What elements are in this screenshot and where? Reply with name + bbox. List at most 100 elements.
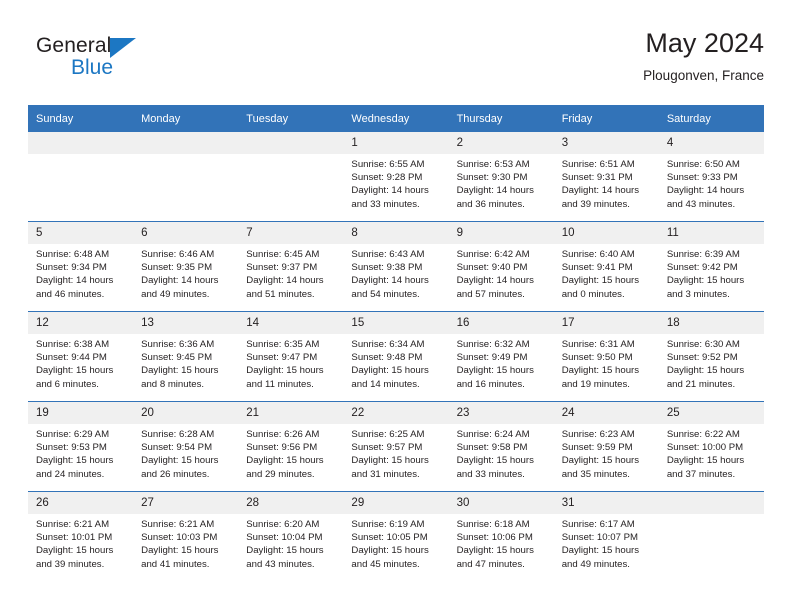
calendar-day-cell[interactable]: 31 Sunrise: 6:17 AM Sunset: 10:07 PM Daylig…: [553, 491, 659, 581]
day-number: 6: [133, 222, 239, 244]
day-cell-content: 1 Sunrise: 6:55 AM Sunset: 9:28 PM Daylight…: [343, 132, 449, 221]
calendar-day-cell[interactable]: 21 Sunrise: 6:26 AM Sunset: 9:56 PM Dayligh…: [238, 401, 344, 492]
calendar-day-cell[interactable]: 17 Sunrise: 6:31 AM Sunset: 9:50 PM Dayligh…: [553, 311, 659, 402]
day-cell-content: 26 Sunrise: 6:21 AM Sunset: 10:01 PM Daylig…: [28, 492, 134, 581]
day-cell-content: 25 Sunrise: 6:22 AM Sunset: 10:00 PM Daylig…: [658, 402, 764, 491]
daylight-text: Daylight: 15 hours and 29 minutes.: [246, 455, 324, 480]
calendar-day-cell[interactable]: 7 Sunrise: 6:45 AM Sunset: 9:37 PM Daylight…: [238, 221, 344, 312]
calendar-day-cell[interactable]: 3 Sunrise: 6:51 AM Sunset: 9:31 PM Daylight…: [553, 132, 659, 222]
day-cell-content: [238, 132, 344, 221]
title-block: May 2024 Plougonven, France: [643, 26, 764, 86]
day-sun-info: Sunrise: 6:36 AM Sunset: 9:45 PM Daylight:…: [133, 334, 238, 391]
sunset-text: Sunset: 9:53 PM: [36, 442, 107, 454]
sunrise-text: Sunrise: 6:50 AM: [666, 159, 740, 170]
weekday-header-thursday: Thursday: [448, 105, 554, 132]
calendar-day-cell[interactable]: 29 Sunrise: 6:19 AM Sunset: 10:05 PM Daylig…: [343, 491, 449, 581]
day-sun-info: Sunrise: 6:19 AM Sunset: 10:05 PM Daylight…: [343, 514, 448, 571]
calendar-day-cell[interactable]: 8 Sunrise: 6:43 AM Sunset: 9:38 PM Daylight…: [343, 221, 449, 312]
day-number: 14: [238, 312, 344, 334]
day-sun-info: Sunrise: 6:39 AM Sunset: 9:42 PM Daylight:…: [659, 244, 764, 301]
calendar-day-cell[interactable]: 10 Sunrise: 6:40 AM Sunset: 9:41 PM Dayligh…: [553, 221, 659, 312]
day-cell-content: [28, 132, 134, 221]
calendar-week-row: 12 Sunrise: 6:38 AM Sunset: 9:44 PM Dayligh…: [28, 311, 764, 402]
day-cell-content: 9 Sunrise: 6:42 AM Sunset: 9:40 PM Daylight…: [448, 222, 554, 311]
day-cell-content: 20 Sunrise: 6:28 AM Sunset: 9:54 PM Dayligh…: [133, 402, 239, 491]
day-sun-info: Sunrise: 6:42 AM Sunset: 9:40 PM Daylight:…: [449, 244, 554, 301]
calendar-day-cell[interactable]: 28 Sunrise: 6:20 AM Sunset: 10:04 PM Daylig…: [238, 491, 344, 581]
calendar-day-cell[interactable]: 11 Sunrise: 6:39 AM Sunset: 9:42 PM Dayligh…: [658, 221, 764, 312]
calendar-day-cell[interactable]: 14 Sunrise: 6:35 AM Sunset: 9:47 PM Dayligh…: [238, 311, 344, 402]
daylight-text: Daylight: 15 hours and 6 minutes.: [36, 365, 114, 390]
weekday-header-friday: Friday: [553, 105, 659, 132]
calendar-day-cell[interactable]: 18 Sunrise: 6:30 AM Sunset: 9:52 PM Dayligh…: [658, 311, 764, 402]
daylight-text: Daylight: 15 hours and 24 minutes.: [36, 455, 114, 480]
calendar-day-cell[interactable]: 24 Sunrise: 6:23 AM Sunset: 9:59 PM Dayligh…: [553, 401, 659, 492]
sunrise-text: Sunrise: 6:30 AM: [666, 339, 740, 350]
calendar-day-cell[interactable]: 26 Sunrise: 6:21 AM Sunset: 10:01 PM Daylig…: [28, 491, 134, 581]
sunset-text: Sunset: 9:59 PM: [561, 442, 633, 454]
calendar-day-cell[interactable]: 6 Sunrise: 6:46 AM Sunset: 9:35 PM Daylight…: [133, 221, 239, 312]
day-cell-content: 29 Sunrise: 6:19 AM Sunset: 10:05 PM Daylig…: [343, 492, 449, 581]
calendar-day-cell[interactable]: 12 Sunrise: 6:38 AM Sunset: 9:44 PM Dayligh…: [28, 311, 134, 402]
sunset-text: Sunset: 9:54 PM: [141, 442, 213, 454]
calendar-day-cell[interactable]: [238, 132, 344, 222]
sunrise-text: Sunrise: 6:21 AM: [141, 519, 215, 530]
calendar-day-cell[interactable]: 5 Sunrise: 6:48 AM Sunset: 9:34 PM Daylight…: [28, 221, 134, 312]
day-number: 12: [28, 312, 134, 334]
day-sun-info: Sunrise: 6:17 AM Sunset: 10:07 PM Daylight…: [554, 514, 659, 571]
day-cell-content: 30 Sunrise: 6:18 AM Sunset: 10:06 PM Daylig…: [448, 492, 554, 581]
sunset-text: Sunset: 9:56 PM: [246, 442, 318, 454]
calendar-day-cell[interactable]: 27 Sunrise: 6:21 AM Sunset: 10:03 PM Daylig…: [133, 491, 239, 581]
day-cell-content: 28 Sunrise: 6:20 AM Sunset: 10:04 PM Daylig…: [238, 492, 344, 581]
daylight-text: Daylight: 14 hours and 46 minutes.: [36, 275, 114, 300]
calendar-day-cell[interactable]: 22 Sunrise: 6:25 AM Sunset: 9:57 PM Dayligh…: [343, 401, 449, 492]
calendar-day-cell[interactable]: 15 Sunrise: 6:34 AM Sunset: 9:48 PM Dayligh…: [343, 311, 449, 402]
calendar-day-cell[interactable]: 23 Sunrise: 6:24 AM Sunset: 9:58 PM Dayligh…: [448, 401, 554, 492]
calendar-day-cell[interactable]: 16 Sunrise: 6:32 AM Sunset: 9:49 PM Dayligh…: [448, 311, 554, 402]
day-sun-info: Sunrise: 6:28 AM Sunset: 9:54 PM Daylight:…: [133, 424, 238, 481]
calendar-day-cell[interactable]: 20 Sunrise: 6:28 AM Sunset: 9:54 PM Dayligh…: [133, 401, 239, 492]
daylight-text: Daylight: 14 hours and 43 minutes.: [666, 185, 745, 210]
logo-text-general: General: [36, 34, 112, 57]
calendar-day-cell[interactable]: [133, 132, 239, 222]
daylight-text: Daylight: 14 hours and 57 minutes.: [456, 275, 534, 300]
day-sun-info: Sunrise: 6:48 AM Sunset: 9:34 PM Daylight:…: [28, 244, 133, 301]
day-sun-info: Sunrise: 6:38 AM Sunset: 9:44 PM Daylight:…: [28, 334, 133, 391]
day-sun-info: Sunrise: 6:21 AM Sunset: 10:01 PM Daylight…: [28, 514, 133, 571]
weekday-header-monday: Monday: [133, 105, 239, 132]
sunset-text: Sunset: 9:50 PM: [561, 352, 633, 364]
sunrise-text: Sunrise: 6:35 AM: [246, 339, 320, 350]
day-number: 22: [343, 402, 449, 424]
day-number: 25: [658, 402, 764, 424]
calendar-day-cell[interactable]: 9 Sunrise: 6:42 AM Sunset: 9:40 PM Daylight…: [448, 221, 554, 312]
day-number: 23: [448, 402, 554, 424]
calendar-day-cell[interactable]: 2 Sunrise: 6:53 AM Sunset: 9:30 PM Daylight…: [448, 132, 554, 222]
calendar-day-cell[interactable]: 19 Sunrise: 6:29 AM Sunset: 9:53 PM Dayligh…: [28, 401, 134, 492]
daylight-text: Daylight: 15 hours and 14 minutes.: [351, 365, 429, 390]
sunset-text: Sunset: 10:06 PM: [456, 532, 533, 544]
sunrise-text: Sunrise: 6:45 AM: [246, 249, 320, 260]
daylight-text: Daylight: 15 hours and 31 minutes.: [351, 455, 429, 480]
day-number: 4: [658, 132, 764, 154]
sunrise-text: Sunrise: 6:51 AM: [561, 159, 635, 170]
day-sun-info: Sunrise: 6:20 AM Sunset: 10:04 PM Daylight…: [238, 514, 343, 571]
calendar-day-cell[interactable]: [28, 132, 134, 222]
daylight-text: Daylight: 14 hours and 39 minutes.: [561, 185, 640, 210]
calendar-week-row: 1 Sunrise: 6:55 AM Sunset: 9:28 PM Daylight…: [28, 132, 764, 222]
calendar-day-cell[interactable]: [658, 491, 764, 581]
day-number: 21: [238, 402, 344, 424]
sunrise-text: Sunrise: 6:19 AM: [351, 519, 425, 530]
sunset-text: Sunset: 10:00 PM: [666, 442, 744, 454]
calendar-day-cell[interactable]: 4 Sunrise: 6:50 AM Sunset: 9:33 PM Daylight…: [658, 132, 764, 222]
calendar-day-cell[interactable]: 30 Sunrise: 6:18 AM Sunset: 10:06 PM Daylig…: [448, 491, 554, 581]
day-cell-content: 27 Sunrise: 6:21 AM Sunset: 10:03 PM Daylig…: [133, 492, 239, 581]
calendar-day-cell[interactable]: 25 Sunrise: 6:22 AM Sunset: 10:00 PM Daylig…: [658, 401, 764, 492]
day-sun-info: Sunrise: 6:29 AM Sunset: 9:53 PM Daylight:…: [28, 424, 133, 481]
day-sun-info: Sunrise: 6:53 AM Sunset: 9:30 PM Daylight:…: [449, 154, 554, 211]
calendar-day-cell[interactable]: 1 Sunrise: 6:55 AM Sunset: 9:28 PM Daylight…: [343, 132, 449, 222]
day-sun-info: Sunrise: 6:23 AM Sunset: 9:59 PM Daylight:…: [554, 424, 659, 481]
sunset-text: Sunset: 9:34 PM: [36, 262, 107, 274]
sunset-text: Sunset: 10:05 PM: [351, 532, 428, 544]
calendar-day-cell[interactable]: 13 Sunrise: 6:36 AM Sunset: 9:45 PM Dayligh…: [133, 311, 239, 402]
logo-triangle-icon: [110, 38, 136, 58]
